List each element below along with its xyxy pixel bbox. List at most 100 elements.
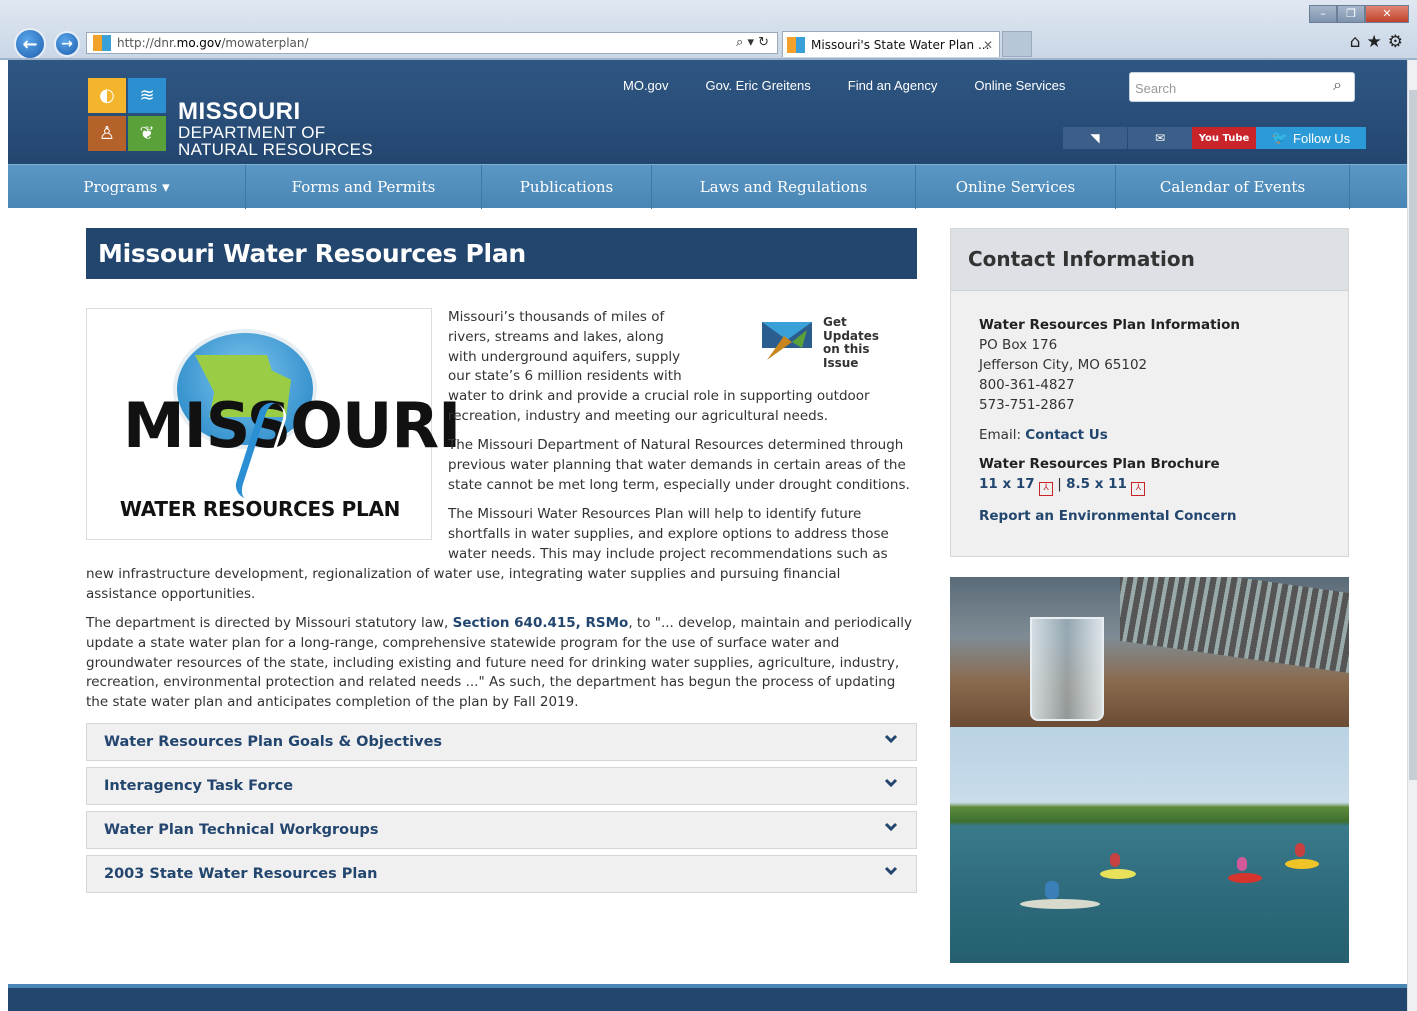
util-link-online-services[interactable]: Online Services [974,78,1065,93]
statute-link[interactable]: Section 640.415, RSMo [453,615,629,631]
report-concern-link[interactable]: Report an Environmental Concern [979,506,1348,526]
kayakers-photo [950,727,1349,963]
statute-paragraph: The department is directed by Missouri s… [86,614,912,713]
address-controls[interactable]: ⌕ ▾ ↻ [736,35,769,50]
address-bar[interactable]: http://dnr. mo.gov/mowaterplan/ ⌕ ▾ ↻ [86,32,778,54]
accordion-task-force[interactable]: Interagency Task Force [86,767,917,805]
brochure-separator: | [1052,476,1067,492]
util-link-find-agency[interactable]: Find an Agency [848,78,938,93]
youtube-icon[interactable]: You Tube [1192,127,1256,149]
photo-paddler [1295,843,1305,857]
intro-paragraph-top: Missouri’s thousands of miles of rivers,… [448,309,682,385]
dnr-logo[interactable]: ◐ ≋ ♙ ❦ [88,78,168,152]
accordion-label: Water Plan Technical Workgroups [104,822,379,838]
back-button[interactable]: ← [14,28,46,60]
water-glass-photo [950,577,1349,727]
accordion-label: Interagency Task Force [104,778,294,794]
util-link-governor[interactable]: Gov. Eric Greitens [706,78,811,93]
leaf-icon: ❦ [128,116,166,151]
logo-line-department: DEPARTMENT OF [178,123,326,142]
get-updates-widget[interactable]: Get Updates on this Issue [762,315,902,369]
get-updates-text: Get Updates on this Issue [823,315,902,370]
new-tab-button[interactable] [1002,31,1032,57]
site-header: ◐ ≋ ♙ ❦ MISSOURI DEPARTMENT OF NATURAL R… [8,60,1408,164]
close-window-button[interactable]: ✕ [1365,5,1409,23]
photo-glass [1030,617,1104,721]
get-updates-line1: Get Updates [823,315,880,343]
chevron-down-icon [884,866,898,876]
contact-email-row: Email: Contact Us [979,425,1348,445]
browser-tab[interactable]: Missouri's State Water Plan ... ✕ [782,31,1000,57]
photo-kayak [1228,873,1262,883]
scrollbar-thumb[interactable] [1409,90,1417,780]
nav-item-laws-and-regulations[interactable]: Laws and Regulations [652,165,916,209]
accordion-goals-objectives[interactable]: Water Resources Plan Goals & Objectives [86,723,917,761]
logo-line-natural-resources: NATURAL RESOURCES [178,140,373,159]
tab-title: Missouri's State Water Plan ... [811,37,990,52]
intro-paragraph-bottom: water to drink and provide a crucial rol… [448,388,870,424]
maximize-button[interactable]: ❐ [1337,5,1365,23]
plan-paragraph-top: The Missouri Water Resources Plan will h… [448,506,889,562]
pdf-icon: ⅄ [1131,482,1146,496]
tab-favicon-icon [787,36,805,53]
contact-phone1: 800-361-4827 [979,377,1075,393]
chevron-down-icon [884,734,898,744]
photo-paddler [1045,881,1059,899]
page-scrollbar[interactable] [1407,60,1417,1011]
search-placeholder: Search [1135,81,1177,96]
url-prefix: http://dnr. [117,36,177,50]
nav-item-programs[interactable]: Programs ▾ [8,165,246,209]
chevron-down-icon [884,822,898,832]
site-favicon-icon [93,35,111,51]
tab-close-icon[interactable]: ✕ [983,38,993,52]
util-link-mo-gov[interactable]: MO.gov [623,78,669,93]
photo-kayak [1285,859,1319,869]
contact-phone2: 573-751-2867 [979,397,1075,413]
logo-subtitle: WATER RESOURCES PLAN [119,497,401,521]
toolbar-icons[interactable]: ⌂★⚙ [1350,32,1409,52]
microscope-icon: ♙ [88,116,126,151]
brochure-title: Water Resources Plan Brochure [979,456,1220,472]
contact-us-link[interactable]: Contact Us [1025,427,1108,443]
footer-bar [8,984,1408,1011]
contact-body: Water Resources Plan Information PO Box … [951,291,1348,526]
search-input[interactable]: Search ⌕ [1129,72,1355,102]
email-label: Email: [979,427,1026,443]
mail-icon[interactable]: ✉ [1128,127,1192,149]
dnr-logo-text[interactable]: MISSOURI DEPARTMENT OF NATURAL RESOURCES [178,98,373,159]
photo-paddler [1110,853,1120,867]
browser-chrome: ← → http://dnr. mo.gov/mowaterplan/ ⌕ ▾ ↻… [0,0,1417,60]
photo-clarifier [1120,577,1349,674]
nav-item-calendar-of-events[interactable]: Calendar of Events [1116,165,1350,209]
accordion-technical-workgroups[interactable]: Water Plan Technical Workgroups [86,811,917,849]
statute-text-before: The department is directed by Missouri s… [86,615,453,631]
plan-paragraph-bottom: new infrastructure development, regional… [86,566,841,602]
contact-information-panel: Contact Information Water Resources Plan… [950,228,1349,557]
logo-line-missouri: MISSOURI [178,98,301,125]
demand-paragraph: The Missouri Department of Natural Resou… [448,437,910,493]
accordion-label: Water Resources Plan Goals & Objectives [104,734,443,750]
rss-icon[interactable]: ◥ [1063,127,1127,149]
brochure-11x17-link[interactable]: 11 x 17 [979,476,1035,492]
water-icon: ≋ [128,78,166,113]
pdf-icon: ⅄ [1038,482,1053,496]
nav-item-forms-and-permits[interactable]: Forms and Permits [246,165,482,209]
brochure-8-5x11-link[interactable]: 8.5 x 11 [1066,476,1127,492]
chevron-down-icon [884,778,898,788]
accordion-label: 2003 State Water Resources Plan [104,866,378,882]
accordion-2003-plan[interactable]: 2003 State Water Resources Plan [86,855,917,893]
search-icon[interactable]: ⌕ [1333,77,1342,95]
main-navigation: Programs ▾ Forms and Permits Publications L… [8,164,1408,209]
nav-item-online-services[interactable]: Online Services [916,165,1116,209]
nav-item-publications[interactable]: Publications [482,165,652,209]
twitter-follow-button[interactable]: 🐦 Follow Us [1256,127,1366,149]
window-controls: – ❐ ✕ [1309,5,1409,23]
page-title: Missouri Water Resources Plan [86,228,917,279]
url-path: /mowaterplan/ [221,36,309,50]
contact-address2: Jefferson City, MO 65102 [979,357,1148,373]
sun-icon: ◐ [88,78,126,113]
contact-heading: Contact Information [951,229,1348,291]
minimize-button[interactable]: – [1309,5,1337,23]
utility-links: MO.gov Gov. Eric Greitens Find an Agency… [623,78,1102,93]
forward-button[interactable]: → [54,31,80,57]
